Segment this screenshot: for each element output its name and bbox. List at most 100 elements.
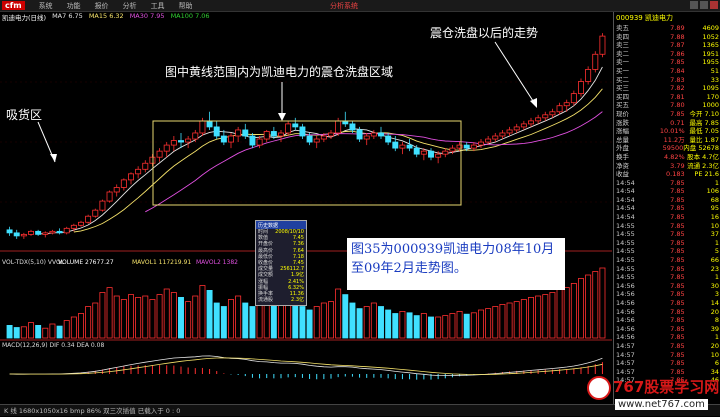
quote-cell: 0.71 — [670, 118, 685, 127]
ma-value-3: MA30 7.95 — [129, 12, 165, 20]
maximize-icon[interactable] — [700, 1, 708, 9]
menu-item-help[interactable]: 帮助 — [179, 1, 193, 11]
candle-body — [563, 102, 570, 107]
candle-body — [292, 123, 299, 128]
tick-cell: 14:54 — [616, 187, 635, 196]
candle-body — [349, 123, 356, 131]
quote-cell: 7.81 — [670, 92, 685, 101]
tick-cell: 7.85 — [670, 204, 685, 213]
quote-cell: 170 — [706, 92, 719, 101]
candle-body — [128, 173, 134, 181]
candle-body — [535, 117, 542, 122]
figure-caption: 图35为000939凯迪电力08年10月至09年2月走势图。 — [347, 238, 565, 290]
tick-cell: 6 — [714, 359, 719, 368]
volume-bar — [99, 292, 106, 339]
volume-bar — [335, 288, 342, 339]
menu-item-system[interactable]: 系统 — [39, 1, 53, 11]
volume-bar — [185, 301, 192, 339]
volume-bar — [528, 296, 534, 339]
quote-cell: PE 21.6 — [694, 170, 719, 179]
quote-cell: 7.83 — [670, 75, 685, 84]
volume-bar — [70, 316, 77, 339]
candle-body — [20, 233, 27, 237]
candle-body — [192, 132, 199, 140]
tick-cell: 14:56 — [616, 333, 635, 342]
tick-cell: 1 — [714, 178, 719, 187]
close-icon[interactable] — [710, 1, 718, 9]
candle-body — [463, 144, 470, 149]
volume-bar — [156, 294, 163, 339]
tick-cell: 8 — [714, 316, 719, 325]
candle-body — [142, 162, 149, 170]
tick-row: 14:55 7.85 1 — [614, 239, 720, 248]
tick-cell: 7.85 — [670, 213, 685, 222]
volume-bar — [85, 306, 92, 339]
minimize-icon[interactable] — [690, 1, 698, 9]
history-data-dialog[interactable]: 历史数据 时间 2008/10/10 数值 7.45 开盘价 7.36 最高价 7.64 最低价… — [255, 220, 307, 306]
candle-body — [585, 69, 592, 82]
volume-bar — [356, 308, 363, 339]
candle-body — [478, 141, 484, 146]
quote-cell: 涨幅 — [616, 127, 629, 136]
volume-bar — [28, 322, 34, 339]
tick-cell: 106 — [706, 187, 719, 196]
tick-cell: 1 — [714, 273, 719, 282]
quote-cell: 卖三 — [616, 41, 629, 50]
menu-item-analysis[interactable]: 分析 — [123, 1, 137, 11]
candle-body — [178, 140, 184, 143]
tick-cell: 14:55 — [616, 221, 635, 230]
tick-cell: 14:55 — [616, 238, 635, 247]
quote-cell: 最低 7.05 — [689, 127, 719, 136]
quote-cell: 7.86 — [670, 49, 685, 58]
mavol2-value: MAVOL2 1382 — [196, 259, 238, 266]
tick-row: 14:57 7.85 20 — [614, 342, 720, 351]
volume-bar — [535, 295, 542, 339]
quote-cell: 现价 — [616, 109, 629, 118]
menu-item-function[interactable]: 功能 — [67, 1, 81, 11]
menu-item-quote[interactable]: 报价 — [95, 1, 109, 11]
ma-line-short — [38, 66, 603, 235]
quote-cell: 7.85 — [670, 109, 685, 118]
tick-cell: 10 — [710, 350, 719, 359]
quote-row: 买五 7.80 1000 — [614, 101, 720, 110]
tick-cell: 37 — [710, 230, 719, 239]
tick-cell: 14:57 — [616, 341, 635, 350]
candle-body — [235, 129, 242, 137]
quote-cell: 7.80 — [670, 101, 685, 110]
after-wash-annotation: 震仓洗盘以后的走势 — [430, 26, 539, 40]
quote-row: 卖四 7.88 1052 — [614, 33, 720, 42]
candle-body — [485, 138, 492, 143]
candle-body — [513, 126, 520, 131]
stock-period-label: 凯迪电力(日线) — [2, 14, 47, 22]
wash-zone-box — [152, 120, 462, 206]
quote-cell: 4.82% — [664, 152, 685, 161]
volume-bar — [320, 302, 327, 339]
ma-info-bar: 凯迪电力(日线) MA7 6.75 MA15 6.32 MA30 7.95 MA… — [0, 12, 614, 22]
candle-body — [63, 227, 70, 234]
tick-cell: 14:57 — [616, 350, 635, 359]
candle-body — [449, 147, 456, 152]
menu-item-tools[interactable]: 工具 — [151, 1, 165, 11]
candle-body — [378, 132, 384, 137]
quote-cell: 买四 — [616, 92, 629, 101]
tick-cell: 7.85 — [670, 238, 685, 247]
quote-cell: 内盘 52678 — [683, 144, 719, 153]
volume-bar — [492, 306, 499, 339]
quote-cell: 买二 — [616, 75, 629, 84]
quote-cell: 换手 — [616, 152, 629, 161]
quote-rows: 卖五 7.89 4609 卖四 7.88 1052 卖三 7.87 1365 卖二 7.86 1951… — [614, 24, 720, 179]
tick-cell: 7.85 — [670, 316, 685, 325]
quote-cell: 股本 4.7亿 — [687, 152, 719, 161]
volume-bar — [35, 324, 42, 339]
volume-bar — [92, 302, 99, 339]
panel-title: 000939 凯迪电力 — [614, 12, 720, 24]
volume-bar — [78, 313, 84, 339]
volume-bar — [442, 315, 449, 339]
candle-body — [13, 232, 20, 237]
candle-body — [592, 53, 599, 70]
candle-body — [6, 229, 13, 234]
quote-row: 卖五 7.89 4609 — [614, 24, 720, 33]
tick-cell: 7.85 — [670, 281, 685, 290]
tick-cell: 39 — [710, 324, 719, 333]
candle-body — [199, 120, 206, 134]
